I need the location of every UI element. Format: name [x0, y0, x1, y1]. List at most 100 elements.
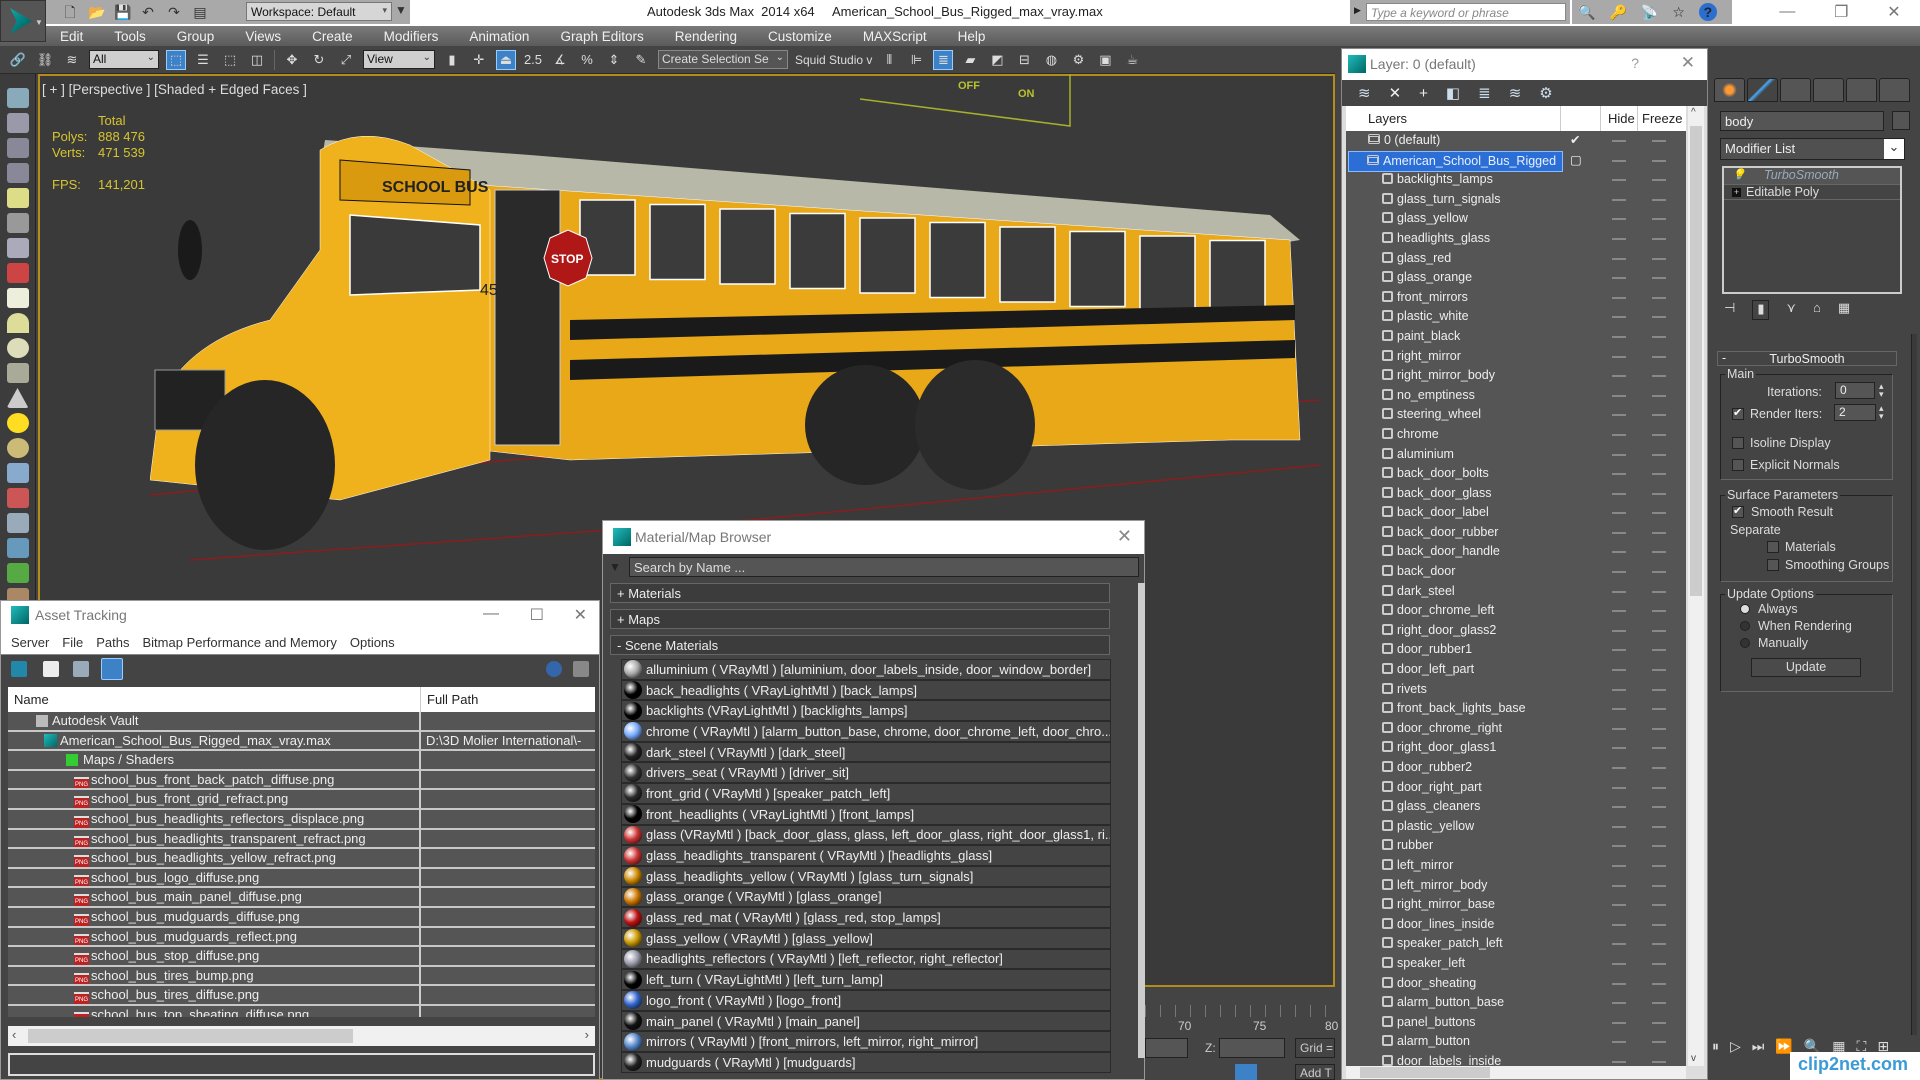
scale-icon[interactable]: ⤢ — [336, 50, 356, 70]
modify-tab-icon[interactable] — [1747, 78, 1778, 102]
object-row[interactable]: plastic_yellow — [1346, 817, 1686, 837]
hide-toggle[interactable] — [1612, 140, 1626, 142]
pivot-center-icon[interactable]: ▮ — [442, 50, 462, 70]
snaps-toggle-icon[interactable]: 2.5 — [523, 50, 543, 70]
hide-toggle[interactable] — [1612, 943, 1626, 946]
workspace-dropdown[interactable]: Workspace: Default ▾ — [246, 2, 392, 21]
freeze-toggle[interactable] — [1652, 825, 1666, 828]
rotate-icon[interactable]: ↻ — [309, 50, 329, 70]
expand-search-icon[interactable]: ▶ — [1354, 5, 1361, 16]
window-crossing-icon[interactable]: ◫ — [247, 50, 267, 70]
help-icon[interactable]: ? — [1698, 3, 1717, 21]
freeze-toggle[interactable] — [1652, 923, 1666, 926]
freeze-toggle[interactable] — [1652, 277, 1666, 280]
layer-properties-icon[interactable]: ⚙ — [1539, 84, 1552, 102]
play-icon[interactable]: ▷ — [1730, 1038, 1741, 1055]
table-view-icon[interactable] — [101, 658, 123, 680]
delete-layer-icon[interactable]: ✕ — [1389, 84, 1402, 102]
hide-toggle[interactable] — [1612, 649, 1626, 652]
freeze-toggle[interactable] — [1652, 590, 1666, 593]
object-row[interactable]: right_door_glass2 — [1346, 621, 1686, 641]
group-scene-materials[interactable]: - Scene Materials — [610, 635, 1110, 655]
layer-row-selected[interactable]: American_School_Bus_Rigged ▢ — [1346, 150, 1686, 172]
asset-row[interactable]: PNG school_bus_stop_diffuse.png — [8, 947, 595, 967]
display-tab-icon[interactable] — [1846, 78, 1877, 102]
plant-icon[interactable] — [6, 563, 29, 583]
hide-toggle[interactable] — [1612, 884, 1626, 887]
render-icon[interactable] — [6, 113, 29, 133]
scroll-left-icon[interactable]: ‹ — [12, 1027, 16, 1042]
render-setup-icon[interactable]: ⚙ — [1068, 50, 1088, 70]
menu-tools[interactable]: Tools — [114, 29, 146, 44]
freeze-toggle[interactable] — [1652, 159, 1666, 162]
object-row[interactable]: speaker_patch_left — [1346, 934, 1686, 954]
hide-toggle[interactable] — [1612, 727, 1626, 730]
menu-create[interactable]: Create — [312, 29, 353, 44]
minimize-icon[interactable]: — — [1779, 3, 1795, 21]
menu-server[interactable]: Server — [11, 635, 49, 650]
layer-manager-icon[interactable]: ≣ — [933, 49, 954, 70]
separate-smoothing-groups-checkbox[interactable] — [1767, 559, 1779, 571]
hide-toggle[interactable] — [1612, 767, 1626, 769]
object-row[interactable]: back_door_glass — [1346, 484, 1686, 504]
select-by-name-icon[interactable]: ☰ — [193, 50, 213, 70]
object-row[interactable]: front_mirrors — [1346, 288, 1686, 308]
hide-toggle[interactable] — [1612, 904, 1626, 907]
menu-options[interactable]: Options — [350, 635, 395, 650]
current-layer-checkmark[interactable]: ✔ — [1570, 131, 1580, 150]
freeze-toggle[interactable] — [1652, 962, 1666, 965]
menu-paths[interactable]: Paths — [96, 635, 129, 650]
material-item[interactable]: front_headlights ( VRayLightMtl ) [front… — [621, 803, 1111, 825]
freeze-toggle[interactable] — [1652, 629, 1666, 632]
asset-row[interactable]: PNG school_bus_tires_diffuse.png — [8, 986, 595, 1006]
search-input[interactable]: Type a keyword or phrase — [1366, 3, 1566, 21]
object-row[interactable]: door_labels_inside — [1346, 1052, 1686, 1066]
material-item[interactable]: dark_steel ( VRayMtl ) [dark_steel] — [621, 741, 1111, 763]
hide-toggle[interactable] — [1612, 551, 1626, 554]
column-layers[interactable]: Layers — [1368, 111, 1407, 126]
material-item[interactable]: glass_orange ( VRayMtl ) [glass_orange] — [621, 886, 1111, 908]
menu-modifiers[interactable]: Modifiers — [384, 29, 439, 44]
mirror-icon[interactable]: ⫴ — [879, 50, 899, 70]
object-row[interactable]: right_mirror — [1346, 347, 1686, 367]
whats-this-icon[interactable] — [573, 661, 589, 677]
hide-toggle[interactable] — [1612, 747, 1626, 750]
helper-icon[interactable] — [6, 238, 29, 258]
hide-toggle[interactable] — [1612, 159, 1626, 162]
configure-modifier-sets-icon[interactable]: ▦ — [1838, 300, 1850, 320]
object-row[interactable]: chrome — [1346, 425, 1686, 445]
freeze-toggle[interactable] — [1652, 904, 1666, 907]
scrollbar-thumb[interactable] — [28, 1029, 353, 1043]
object-row[interactable]: door_chrome_right — [1346, 719, 1686, 739]
object-row[interactable]: aluminium — [1346, 445, 1686, 465]
object-row[interactable]: door_chrome_left — [1346, 601, 1686, 621]
menu-group[interactable]: Group — [177, 29, 215, 44]
update-button[interactable]: Update — [1751, 658, 1861, 677]
add-to-layer-icon[interactable]: + — [1419, 85, 1428, 102]
material-item[interactable]: glass_headlights_transparent ( VRayMtl )… — [621, 845, 1111, 866]
asset-row[interactable]: PNG school_bus_main_panel_diffuse.png — [8, 888, 595, 908]
asset-row[interactable]: PNG school_bus_front_grid_refract.png — [8, 790, 595, 810]
material-item[interactable]: glass_red_mat ( VRayMtl ) [glass_red, st… — [621, 907, 1111, 928]
freeze-toggle[interactable] — [1652, 571, 1666, 574]
hide-toggle[interactable] — [1612, 257, 1626, 260]
camera-icon[interactable] — [6, 213, 29, 233]
freeze-toggle[interactable] — [1652, 414, 1666, 417]
material-item[interactable]: chrome ( VRayMtl ) [alarm_button_base, c… — [621, 721, 1111, 742]
material-item[interactable]: headlights_reflectors ( VRayMtl ) [left_… — [621, 948, 1111, 970]
freeze-toggle[interactable] — [1652, 551, 1666, 554]
align-icon[interactable]: ⊫ — [906, 50, 926, 70]
spinner-arrows-icon[interactable]: ▴ ▾ — [1879, 382, 1884, 399]
help-icon[interactable]: ? — [1631, 55, 1639, 71]
hide-toggle[interactable] — [1612, 688, 1626, 691]
object-row[interactable]: backlights_lamps — [1346, 170, 1686, 190]
project-folder-icon[interactable]: ▤ — [192, 4, 208, 20]
update-when-rendering-radio[interactable] — [1740, 621, 1750, 631]
freeze-toggle[interactable] — [1652, 179, 1666, 182]
absolute-mode-icon[interactable] — [1235, 1064, 1257, 1080]
freeze-toggle[interactable] — [1652, 1060, 1666, 1063]
list-icon[interactable] — [6, 138, 29, 158]
freeze-toggle[interactable] — [1652, 1041, 1666, 1044]
hide-toggle[interactable] — [1612, 786, 1626, 789]
menu-animation[interactable]: Animation — [469, 29, 529, 44]
